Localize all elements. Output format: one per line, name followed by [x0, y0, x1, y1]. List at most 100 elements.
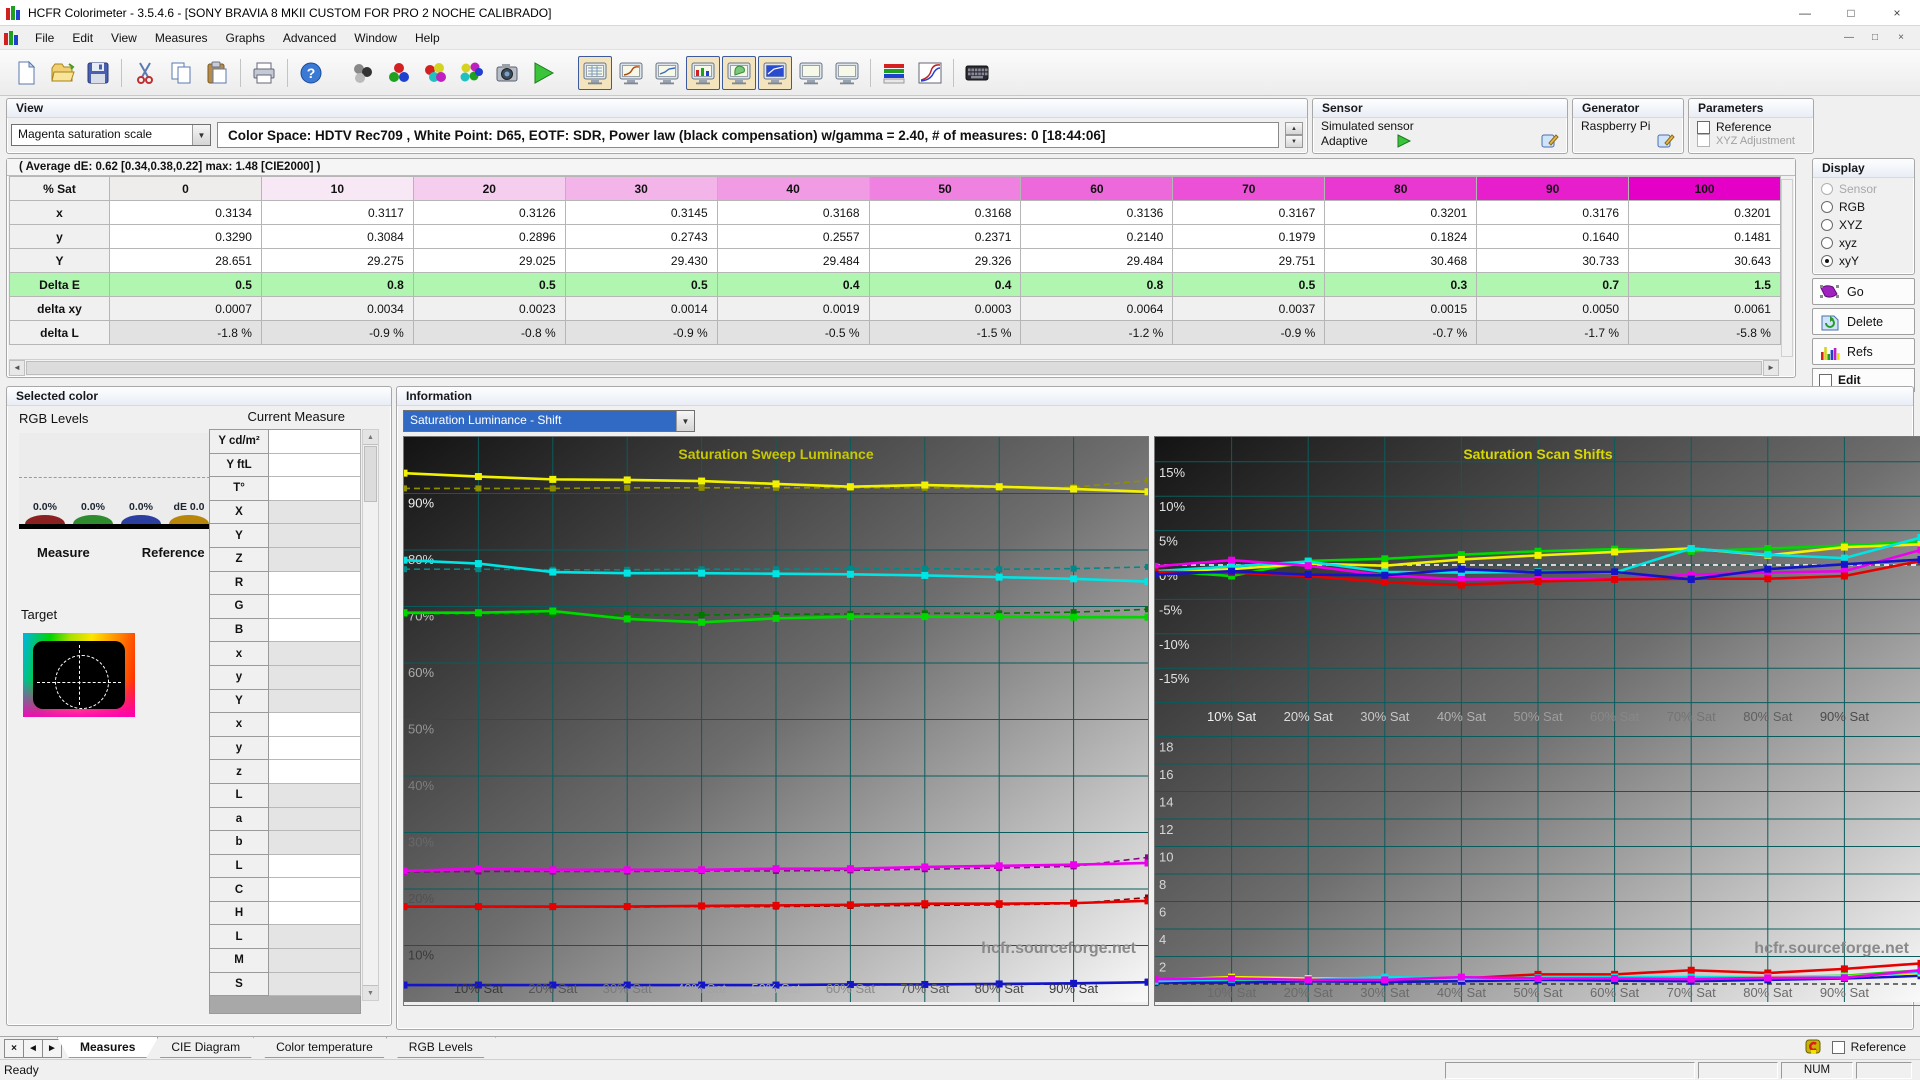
copy-button[interactable]: [164, 56, 198, 90]
table-cell[interactable]: 0.0014: [566, 297, 718, 321]
column-header-100[interactable]: 100: [1629, 177, 1781, 201]
table-cell[interactable]: 0.3117: [262, 201, 414, 225]
column-header-60[interactable]: 60: [1021, 177, 1173, 201]
table-cell[interactable]: 29.025: [414, 249, 566, 273]
status-reference-row[interactable]: Reference: [1832, 1040, 1906, 1054]
information-view-dropdown[interactable]: Saturation Luminance - Shift ▼: [403, 410, 695, 432]
measure-row-value[interactable]: [269, 949, 361, 973]
status-reference-checkbox[interactable]: [1832, 1041, 1845, 1054]
table-cell[interactable]: 0.8: [262, 273, 414, 297]
table-cell[interactable]: 0.0037: [1173, 297, 1325, 321]
scroll-left-icon[interactable]: ◄: [9, 360, 25, 376]
view-extra-chart-1-button[interactable]: [794, 56, 828, 90]
table-vertical-scrollbar[interactable]: [1781, 179, 1793, 357]
table-cell[interactable]: 0.2896: [414, 225, 566, 249]
table-cell[interactable]: 0.0050: [1477, 297, 1629, 321]
measure-row-value[interactable]: [269, 973, 361, 997]
view-rgb-levels-chart-button[interactable]: [686, 56, 720, 90]
table-cell[interactable]: -1.7 %: [1477, 321, 1629, 345]
table-cell[interactable]: 0.3290: [110, 225, 262, 249]
measure-row-value[interactable]: [269, 454, 361, 478]
chevron-down-icon[interactable]: ▼: [676, 411, 694, 431]
table-cell[interactable]: 0.5: [1173, 273, 1325, 297]
menu-advanced[interactable]: Advanced: [274, 28, 345, 48]
table-cell[interactable]: 0.3176: [1477, 201, 1629, 225]
paste-button[interactable]: [200, 56, 234, 90]
tab-nav-close-icon[interactable]: ×: [4, 1039, 24, 1058]
table-cell[interactable]: 0.4: [870, 273, 1022, 297]
table-cell[interactable]: 0.3201: [1629, 201, 1781, 225]
column-header-70[interactable]: 70: [1173, 177, 1325, 201]
table-cell[interactable]: -0.9 %: [566, 321, 718, 345]
table-cell[interactable]: -0.5 %: [718, 321, 870, 345]
table-cell[interactable]: 0.1640: [1477, 225, 1629, 249]
edit-checkbox[interactable]: [1819, 374, 1832, 387]
pattern-generator-button[interactable]: [960, 56, 994, 90]
run-measures-button[interactable]: [526, 56, 560, 90]
measure-row-value[interactable]: [269, 690, 361, 714]
table-cell[interactable]: 0.0007: [110, 297, 262, 321]
measure-row-value[interactable]: [269, 902, 361, 926]
column-header-80[interactable]: 80: [1325, 177, 1477, 201]
table-cell[interactable]: 0.5: [110, 273, 262, 297]
table-cell[interactable]: 0.0003: [870, 297, 1022, 321]
reference-checkbox[interactable]: [1697, 121, 1710, 134]
table-cell[interactable]: -1.2 %: [1021, 321, 1173, 345]
table-cell[interactable]: 0.0061: [1629, 297, 1781, 321]
mdi-minimize-button[interactable]: —: [1838, 29, 1860, 47]
radio-icon[interactable]: [1821, 201, 1833, 213]
table-cell[interactable]: 0.3167: [1173, 201, 1325, 225]
measure-row-value[interactable]: [269, 925, 361, 949]
measure-row-value[interactable]: [269, 595, 361, 619]
measure-secondaries-button[interactable]: [418, 56, 452, 90]
maximize-button[interactable]: □: [1828, 0, 1874, 25]
table-cell[interactable]: 0.3201: [1325, 201, 1477, 225]
mdi-restore-button[interactable]: □: [1864, 29, 1886, 47]
new-file-button[interactable]: [9, 56, 43, 90]
cut-button[interactable]: [128, 56, 162, 90]
measure-row-value[interactable]: [269, 430, 361, 454]
measure-row-value[interactable]: [269, 524, 361, 548]
table-cell[interactable]: -0.9 %: [262, 321, 414, 345]
measure-row-value[interactable]: [269, 808, 361, 832]
go-button[interactable]: Go: [1812, 278, 1915, 305]
scrollbar-thumb[interactable]: [26, 361, 1762, 375]
column-header-40[interactable]: 40: [718, 177, 870, 201]
table-cell[interactable]: 29.484: [718, 249, 870, 273]
view-gamma-chart-button[interactable]: [614, 56, 648, 90]
table-cell[interactable]: 0.0023: [414, 297, 566, 321]
generator-edit-icon[interactable]: [1657, 133, 1675, 149]
table-cell[interactable]: 29.751: [1173, 249, 1325, 273]
table-cell[interactable]: 30.643: [1629, 249, 1781, 273]
table-cell[interactable]: 29.326: [870, 249, 1022, 273]
mdi-close-button[interactable]: ×: [1890, 29, 1912, 47]
view-measures-grid-button[interactable]: [578, 56, 612, 90]
menu-edit[interactable]: Edit: [63, 28, 102, 48]
measure-row-value[interactable]: [269, 477, 361, 501]
tab-measures[interactable]: Measures: [57, 1037, 158, 1058]
table-cell[interactable]: 0.5: [566, 273, 718, 297]
view-cie-chart-button[interactable]: [722, 56, 756, 90]
close-button[interactable]: ×: [1874, 0, 1920, 25]
table-cell[interactable]: -0.7 %: [1325, 321, 1477, 345]
measure-primaries-button[interactable]: [382, 56, 416, 90]
display-option-rgb[interactable]: RGB: [1813, 198, 1914, 216]
radio-icon[interactable]: [1821, 237, 1833, 249]
open-file-button[interactable]: [45, 56, 79, 90]
table-cell[interactable]: 0.1481: [1629, 225, 1781, 249]
measure-row-value[interactable]: [269, 572, 361, 596]
measure-row-value[interactable]: [269, 713, 361, 737]
view-extra-chart-2-button[interactable]: [830, 56, 864, 90]
table-cell[interactable]: -1.5 %: [870, 321, 1022, 345]
measure-row-value[interactable]: [269, 666, 361, 690]
table-cell[interactable]: 0.3134: [110, 201, 262, 225]
measure-row-value[interactable]: [269, 501, 361, 525]
table-cell[interactable]: 0.7: [1477, 273, 1629, 297]
table-cell[interactable]: 0.0064: [1021, 297, 1173, 321]
menu-file[interactable]: File: [26, 28, 63, 48]
table-cell[interactable]: 30.468: [1325, 249, 1477, 273]
measure-row-value[interactable]: [269, 619, 361, 643]
info-spinner[interactable]: ▲▼: [1285, 122, 1303, 148]
menu-window[interactable]: Window: [345, 28, 406, 48]
table-cell[interactable]: 0.8: [1021, 273, 1173, 297]
